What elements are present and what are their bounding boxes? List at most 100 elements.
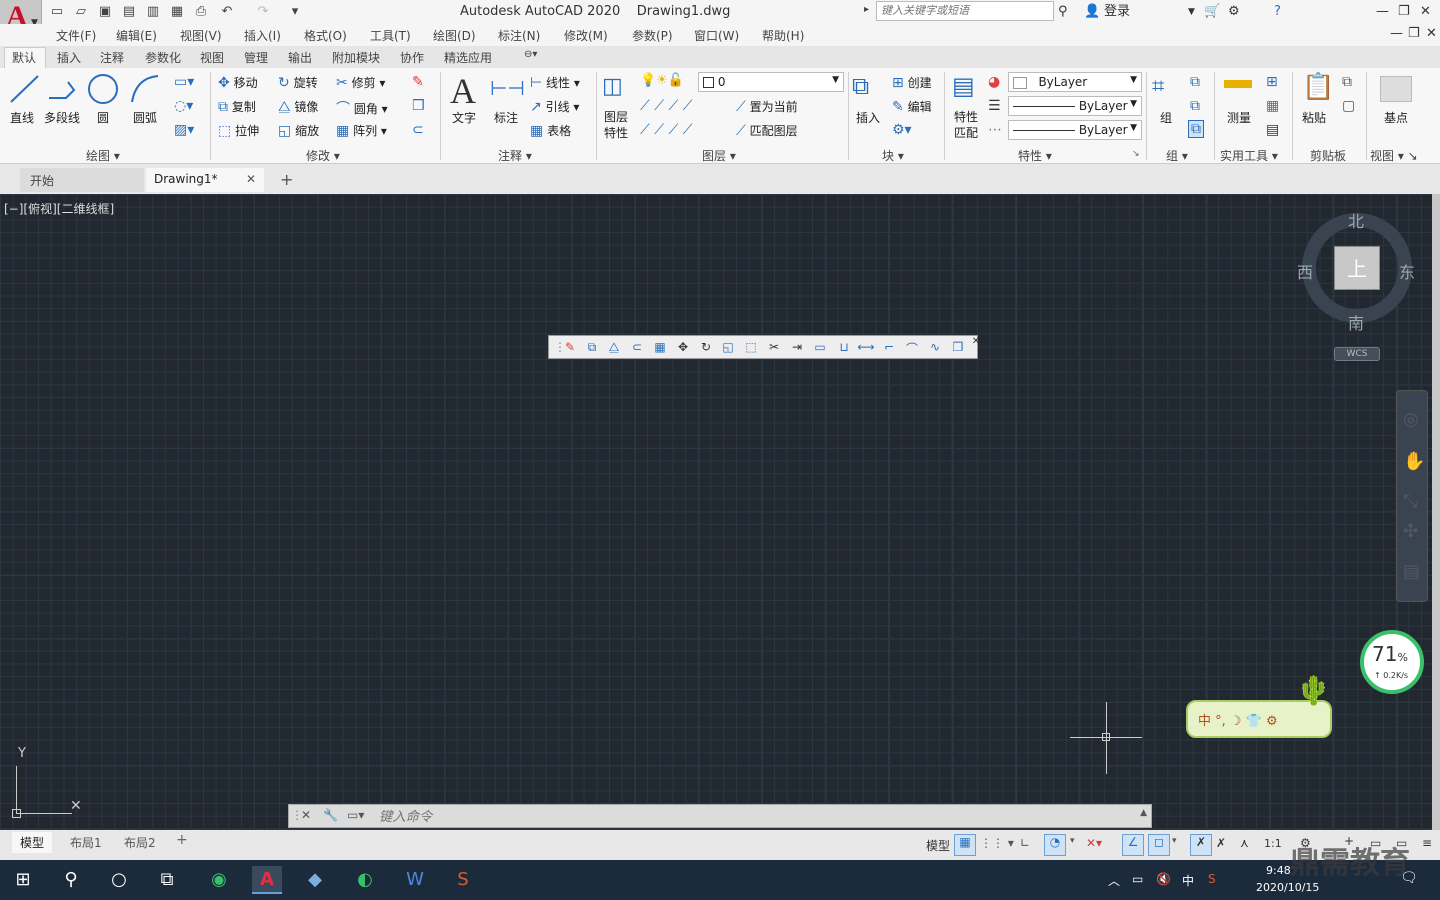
layout-tab-layout1[interactable]: 布局1 (62, 832, 110, 853)
menu-format[interactable]: 格式(O) (304, 27, 347, 44)
isodraft-toggle-icon[interactable]: ✕▾ (1086, 836, 1102, 850)
ribbon-tab-parametric[interactable]: 参数化 (145, 49, 181, 66)
fillet-icon[interactable]: ⌒ (903, 340, 921, 356)
polar-dropdown-icon[interactable]: ▾ (1070, 836, 1075, 846)
grid-toggle-icon[interactable]: ▦ (954, 834, 976, 856)
ime-toolbar[interactable]: 中 °, ☽ 👕 ⚙ 🌵 (1186, 674, 1332, 738)
measure-icon[interactable] (1224, 80, 1252, 88)
offset-icon[interactable]: ⊂ (412, 122, 424, 138)
menu-window[interactable]: 窗口(W) (694, 27, 739, 44)
steering-wheel-icon[interactable]: ◎ (1403, 409, 1419, 430)
gradient-icon[interactable]: ▨▾ (174, 122, 194, 138)
browser-icon[interactable]: ◉ (204, 866, 234, 894)
edit-block-button[interactable]: ✎ 编辑 (892, 98, 932, 115)
arc-icon[interactable] (128, 72, 162, 106)
doc-restore-icon[interactable]: ❐ (1408, 24, 1420, 44)
group-edit-icon[interactable]: ⧉ (1190, 98, 1200, 114)
scale-button[interactable]: ◱ 缩放 (278, 122, 319, 139)
volume-muted-icon[interactable]: 🔇 (1156, 872, 1171, 886)
menu-insert[interactable]: 插入(I) (244, 27, 281, 44)
ribbon-tab-addins[interactable]: 附加模块 (332, 49, 380, 66)
add-layout-icon[interactable]: + (176, 832, 188, 848)
menu-tools[interactable]: 工具(T) (370, 27, 411, 44)
extend-icon[interactable]: ⇥ (788, 340, 806, 356)
sogou-icon[interactable]: S (448, 866, 478, 894)
zoom-extents-icon[interactable]: ⤡ (1403, 491, 1417, 512)
menu-file[interactable]: 文件(F) (56, 27, 96, 44)
layer-state-icons[interactable]: 💡☀🔓 (640, 73, 684, 88)
layer-properties-icon[interactable]: ◫ (602, 74, 623, 99)
ribbon-tab-manage[interactable]: 管理 (244, 49, 268, 66)
model-space-toggle[interactable]: 模型 (926, 837, 950, 854)
open-file-icon[interactable]: ▱ (72, 3, 90, 21)
help-icon[interactable]: ? (1274, 2, 1281, 22)
panel-block-title[interactable]: 块 ▾ (882, 147, 904, 164)
scale-icon[interactable]: ◱ (719, 340, 737, 356)
color-dropdown[interactable]: ByLayer ▼ (1008, 72, 1142, 92)
calculator-icon[interactable]: ▤ (1266, 122, 1279, 138)
doc-minimize-icon[interactable]: — (1390, 24, 1403, 44)
wechat-icon[interactable]: ◐ (350, 866, 380, 894)
trim-button[interactable]: ✂ 修剪 ▾ (336, 74, 385, 91)
move-icon[interactable]: ✥ (674, 340, 692, 356)
break-icon[interactable]: ⊔ (835, 340, 853, 356)
ribbon-tab-home[interactable]: 默认 (12, 49, 36, 66)
array-button[interactable]: ▦ 阵列 ▾ (336, 122, 387, 139)
line-icon[interactable] (8, 72, 42, 106)
layout-tab-model[interactable]: 模型 (12, 832, 53, 853)
leader-button[interactable]: ↗ 引线 ▾ (530, 98, 579, 115)
match-properties-button[interactable]: 特性 匹配 (954, 109, 978, 141)
menu-parametric[interactable]: 参数(P) (632, 27, 673, 44)
print-icon[interactable]: ⎙ (192, 3, 210, 21)
restore-icon[interactable]: ❐ (1398, 2, 1410, 22)
tray-overflow-icon[interactable]: ︿ (1108, 872, 1120, 889)
doc-close-icon[interactable]: ✕ (1426, 24, 1437, 44)
orbit-icon[interactable]: ✣ (1403, 521, 1418, 542)
menu-modify[interactable]: 修改(M) (564, 27, 608, 44)
paste-button[interactable]: 粘贴 (1302, 109, 1326, 126)
sogou-tray-icon[interactable]: S (1208, 872, 1216, 886)
ime-tray-indicator[interactable]: 中 (1182, 872, 1194, 889)
wcs-menu[interactable]: WCS (1334, 347, 1380, 361)
text-icon[interactable]: A (450, 70, 476, 112)
stretch-icon[interactable]: ⬚ (742, 340, 760, 356)
search-input[interactable] (876, 1, 1054, 21)
offset-icon[interactable]: ⊂ (628, 340, 646, 356)
mirror-button[interactable]: ⧋ 镜像 (278, 98, 318, 115)
circle-icon[interactable] (86, 72, 120, 106)
compass-south[interactable]: 南 (1348, 310, 1364, 334)
sign-in-dropdown-icon[interactable]: ▼ (1188, 2, 1195, 22)
copy-icon[interactable]: ⧉ (583, 340, 601, 356)
windows-start-icon[interactable]: ⊞ (8, 866, 38, 894)
layout-tab-layout2[interactable]: 布局2 (116, 832, 164, 853)
panel-launcher-icon[interactable]: ↘ (1132, 149, 1140, 159)
linear-button[interactable]: ⊢ 线性 ▾ (530, 74, 580, 91)
cmd-customize-icon[interactable]: 🔧 (323, 808, 338, 822)
panel-utilities-title[interactable]: 实用工具 ▾ (1220, 147, 1278, 164)
cmd-close-icon[interactable]: ✕ (301, 808, 311, 822)
polar-toggle-icon[interactable]: ◔ (1044, 834, 1066, 856)
binoculars-icon[interactable]: ⚲ (1058, 2, 1068, 22)
network-speed-widget[interactable]: 71% ↑ 0.2K/s (1360, 630, 1424, 694)
compass-east[interactable]: 东 (1399, 259, 1415, 283)
new-tab-icon[interactable]: + (280, 170, 293, 189)
create-block-button[interactable]: ⊞ 创建 (892, 74, 932, 91)
search-expand-icon[interactable]: ▸ (864, 4, 869, 15)
compass-north[interactable]: 北 (1348, 208, 1364, 232)
ime-status[interactable]: 中 °, ☽ 👕 ⚙ (1198, 710, 1278, 729)
circle-button[interactable]: 圆 (97, 109, 109, 126)
rotate-icon[interactable]: ↻ (697, 340, 715, 356)
ribbon-tab-collaborate[interactable]: 协作 (400, 49, 424, 66)
ortho-toggle-icon[interactable]: ∟ (1020, 836, 1030, 850)
tab-close-icon[interactable]: ✕ (246, 172, 256, 186)
user-icon[interactable]: 👤 (1084, 2, 1100, 22)
group-select-icon[interactable]: ⧉ (1188, 120, 1204, 138)
rectangle-icon[interactable]: ▭▾ (174, 74, 194, 90)
match-layer-button[interactable]: ⟋ 匹配图层 (736, 122, 798, 139)
modify-floating-toolbar[interactable]: ⋮ ✎ ⧉ ⧋ ⊂ ▦ ✥ ↻ ◱ ⬚ ✂ ⇥ ▭ ⊔ ⟷ ⌐ ⌒ ∿ ❒ ✕ (548, 335, 980, 359)
notification-icon[interactable]: 🗨 (1400, 870, 1418, 886)
layer-dropdown[interactable]: 0 ▼ (698, 72, 844, 92)
layer-tools-icons-row1[interactable]: ⟋ ⟋ ⟋ ⟋ (640, 98, 693, 114)
publish-icon[interactable]: ▥ (144, 3, 162, 21)
clock-date[interactable]: 2020/10/15 (1256, 881, 1319, 894)
